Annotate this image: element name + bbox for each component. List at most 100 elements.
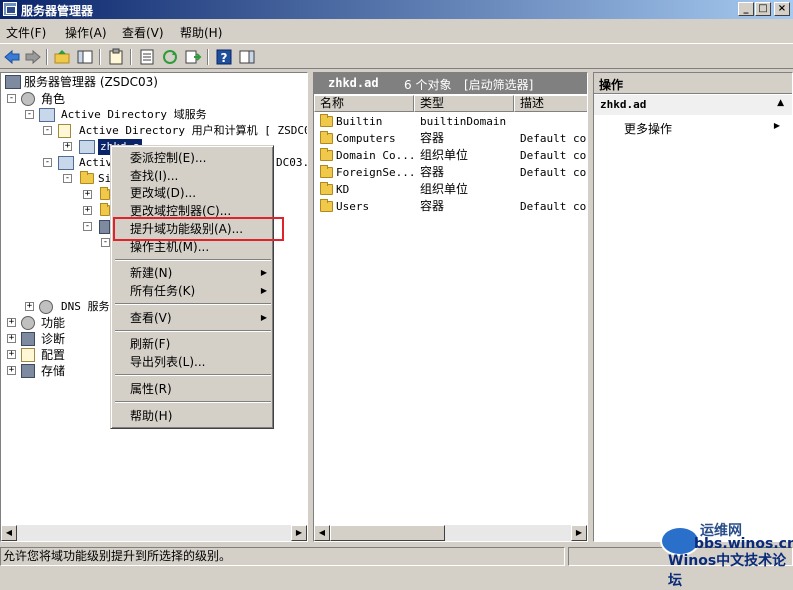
results-hscrollbar[interactable]: ◀ ▶ bbox=[314, 525, 587, 541]
menu-item-all-tasks[interactable]: 所有任务(K) ▶ bbox=[113, 282, 273, 300]
menu-help[interactable]: 帮助(H) bbox=[180, 24, 222, 41]
more-actions-item[interactable]: 更多操作 ▶ bbox=[594, 119, 792, 137]
toolbar-separator bbox=[130, 49, 132, 65]
menu-item-properties[interactable]: 属性(R) bbox=[113, 380, 273, 398]
tree-label: 诊断 bbox=[41, 332, 66, 346]
expand-icon[interactable]: + bbox=[7, 334, 16, 343]
collapse-icon[interactable]: - bbox=[83, 222, 92, 231]
domain-icon bbox=[79, 140, 95, 154]
item-desc: Default con bbox=[520, 132, 588, 145]
menu-item-view[interactable]: 查看(V) ▶ bbox=[113, 309, 273, 327]
context-menu: 委派控制(E)... 查找(I)... 更改域(D)... 更改域控制器(C).… bbox=[110, 145, 274, 429]
column-name[interactable]: 名称 bbox=[314, 95, 414, 112]
scroll-right-icon[interactable]: ▶ bbox=[291, 525, 307, 541]
properties-icon[interactable] bbox=[138, 48, 156, 66]
help-icon[interactable]: ? bbox=[215, 48, 233, 66]
menu-item-export-list[interactable]: 导出列表(L)... bbox=[113, 353, 273, 371]
server-manager-icon bbox=[3, 2, 17, 16]
menu-separator bbox=[115, 374, 271, 376]
collapse-icon[interactable]: - bbox=[43, 158, 52, 167]
folder-icon bbox=[320, 131, 333, 144]
close-button[interactable]: × bbox=[774, 2, 790, 16]
scroll-right-icon[interactable]: ▶ bbox=[571, 525, 587, 541]
scroll-left-icon[interactable]: ◀ bbox=[314, 525, 330, 541]
menu-label: 查看(V) bbox=[130, 311, 172, 325]
status-text: 允许您将域功能级别提升到所选择的级别。 bbox=[0, 547, 565, 566]
expand-icon[interactable]: + bbox=[7, 318, 16, 327]
list-item[interactable]: KD 组织单位 bbox=[314, 181, 587, 198]
toolbar: ? bbox=[0, 43, 793, 69]
expand-icon[interactable]: + bbox=[83, 190, 92, 199]
expand-icon[interactable]: + bbox=[25, 302, 34, 311]
maximize-button[interactable]: □ bbox=[755, 2, 771, 16]
actions-pane: 操作 zhkd.ad ▲ 更多操作 ▶ bbox=[593, 72, 793, 542]
results-header: zhkd.ad 6 个对象 [启动筛选器] bbox=[314, 73, 587, 94]
window-title: 服务器管理器 bbox=[21, 4, 94, 18]
back-arrow-icon[interactable] bbox=[3, 48, 21, 66]
folder-icon bbox=[100, 187, 110, 200]
menu-action[interactable]: 操作(A) bbox=[65, 24, 107, 41]
toolbar-separator bbox=[99, 49, 101, 65]
item-desc: Default con bbox=[520, 149, 588, 162]
tree-label: 功能 bbox=[41, 316, 66, 330]
menu-item-change-domain[interactable]: 更改域(D)... bbox=[113, 184, 273, 202]
collapse-icon[interactable]: - bbox=[25, 110, 34, 119]
sites-icon bbox=[58, 156, 74, 170]
tree-hscrollbar[interactable]: ◀ ▶ bbox=[1, 525, 307, 541]
collapse-icon[interactable]: - bbox=[63, 174, 72, 183]
forward-arrow-icon[interactable] bbox=[24, 48, 42, 66]
menu-item-refresh[interactable]: 刷新(F) bbox=[113, 335, 273, 353]
refresh-icon[interactable] bbox=[161, 48, 179, 66]
menu-item-help[interactable]: 帮助(H) bbox=[113, 407, 273, 425]
scroll-thumb[interactable] bbox=[330, 525, 445, 541]
list-item[interactable]: ForeignSe... 容器 Default con bbox=[314, 164, 588, 181]
expand-icon[interactable]: + bbox=[7, 350, 16, 359]
item-name: Users bbox=[336, 200, 370, 213]
menu-view[interactable]: 查看(V) bbox=[122, 24, 164, 41]
submenu-arrow-icon: ▶ bbox=[260, 313, 267, 322]
item-type: 容器 bbox=[420, 199, 445, 213]
collapse-icon[interactable]: - bbox=[43, 126, 52, 135]
column-description[interactable]: 描述 bbox=[514, 95, 587, 112]
scroll-left-icon[interactable]: ◀ bbox=[1, 525, 17, 541]
ou-folder-icon bbox=[320, 148, 333, 161]
folder-icon bbox=[100, 203, 110, 216]
show-hide-action-pane-icon[interactable] bbox=[238, 48, 256, 66]
clipboard-icon[interactable] bbox=[107, 48, 125, 66]
menu-separator bbox=[115, 259, 271, 261]
list-item[interactable]: Users 容器 Default con bbox=[314, 198, 587, 215]
menu-file[interactable]: 文件(F) bbox=[6, 24, 46, 41]
show-hide-tree-icon[interactable] bbox=[76, 48, 94, 66]
expand-icon[interactable]: + bbox=[83, 206, 92, 215]
menu-label: 所有任务(K) bbox=[130, 284, 196, 298]
menu-item-delegate-control[interactable]: 委派控制(E)... bbox=[113, 149, 273, 167]
tree-label: Active Directory 用户和计算机 [ ZSDC03 bbox=[79, 124, 308, 137]
aduc-icon bbox=[58, 124, 71, 138]
item-type: 容器 bbox=[420, 165, 445, 179]
list-item[interactable]: Computers 容器 Default con bbox=[314, 130, 588, 147]
expand-icon[interactable]: + bbox=[7, 366, 16, 375]
menu-bar: 文件(F) 操作(A) 查看(V) 帮助(H) bbox=[0, 20, 793, 42]
collapse-icon[interactable]: - bbox=[7, 94, 16, 103]
object-count: 6 个对象 bbox=[404, 78, 452, 92]
menu-item-find[interactable]: 查找(I)... bbox=[113, 167, 273, 185]
menu-item-new[interactable]: 新建(N) ▶ bbox=[113, 264, 273, 282]
actions-section-title: zhkd.ad bbox=[600, 98, 647, 111]
collapse-icon[interactable]: - bbox=[101, 238, 110, 247]
item-name: Builtin bbox=[336, 115, 383, 128]
menu-separator bbox=[115, 303, 271, 305]
up-folder-icon[interactable] bbox=[53, 48, 71, 66]
minimize-button[interactable]: _ bbox=[738, 2, 754, 16]
collapse-section-icon[interactable]: ▲ bbox=[777, 98, 784, 108]
results-title: zhkd.ad bbox=[328, 76, 379, 90]
item-desc: Default con bbox=[520, 166, 588, 179]
actions-section[interactable]: zhkd.ad ▲ bbox=[594, 95, 792, 115]
list-item[interactable]: Builtin builtinDomain bbox=[314, 113, 587, 130]
column-type[interactable]: 类型 bbox=[414, 95, 514, 112]
list-item[interactable]: Domain Co... 组织单位 Default con bbox=[314, 147, 588, 164]
ou-folder-icon bbox=[320, 182, 333, 195]
results-pane[interactable]: zhkd.ad 6 个对象 [启动筛选器] 名称 类型 描述 Builtin b… bbox=[313, 72, 588, 542]
expand-icon[interactable]: + bbox=[63, 142, 72, 151]
highlight-annotation bbox=[113, 217, 284, 241]
export-list-icon[interactable] bbox=[184, 48, 202, 66]
